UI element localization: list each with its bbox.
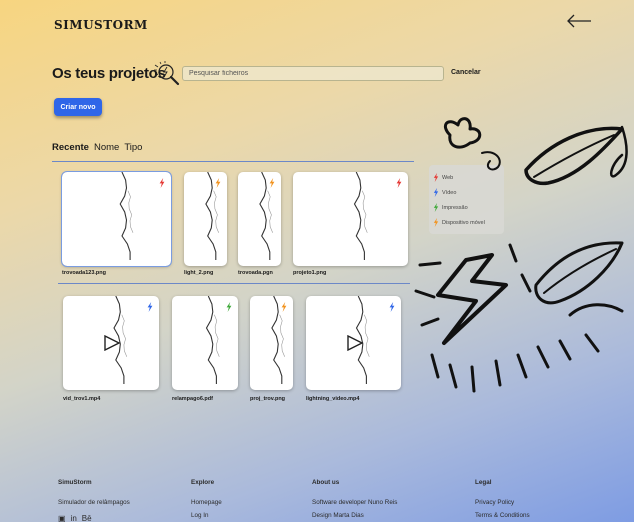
create-new-button[interactable]: Criar novo <box>54 98 102 116</box>
lightning-crack-preview <box>119 172 134 260</box>
project-name: vid_trov1.mp4 <box>63 396 101 402</box>
project-name: relampago6.pdf <box>172 396 213 402</box>
footer-link-login[interactable]: Log In <box>191 512 222 522</box>
tab-recent[interactable]: Recente <box>52 142 89 153</box>
footer-link-homepage[interactable]: Homepage <box>191 499 222 512</box>
type-bolt-icon <box>147 302 153 312</box>
sort-tabs: Recente Nome Tipo <box>52 142 142 153</box>
behance-icon[interactable]: Bē <box>82 514 92 522</box>
footer-title: Explore <box>191 479 215 486</box>
type-bolt-icon <box>159 178 165 188</box>
footer-col-simustorm: SimuStorm Simulador de relâmpagos ▣ in B… <box>58 479 130 522</box>
type-bolt-icon <box>396 178 402 188</box>
type-bolt-icon <box>215 178 221 188</box>
project-name: proj_trov.png <box>250 396 286 402</box>
footer-col-explore: Explore Homepage Log In <box>191 479 222 522</box>
legend-item-video: Vídeo <box>433 185 500 200</box>
project-name: lightning_video.mp4 <box>306 396 360 402</box>
footer-link-terms[interactable]: Terms & Conditions <box>475 512 530 522</box>
play-icon[interactable] <box>103 335 121 351</box>
tab-type[interactable]: Tipo <box>124 142 142 153</box>
footer-link-designer[interactable]: Design Marta Dias <box>312 512 397 522</box>
type-bolt-icon <box>269 178 275 188</box>
bolt-print-icon <box>433 203 439 212</box>
magnifier-lightning-icon <box>154 61 180 86</box>
legend-label: Vídeo <box>442 189 457 196</box>
social-links: ▣ in Bē <box>58 512 130 522</box>
legend-label: Dispositivo móvel <box>442 219 485 226</box>
instagram-icon[interactable]: ▣ <box>58 514 66 522</box>
type-legend: Web Vídeo Impressão Dispositivo móvel <box>429 165 504 234</box>
project-card[interactable] <box>306 296 401 390</box>
bolt-web-icon <box>433 173 439 182</box>
type-bolt-icon <box>281 302 287 312</box>
legend-item-mobile: Dispositivo móvel <box>433 215 500 230</box>
project-name: trovoada.pgn <box>238 270 273 276</box>
site-footer: SimuStorm Simulador de relâmpagos ▣ in B… <box>0 472 634 522</box>
brand-logo: SIMUSTORM <box>54 18 148 32</box>
type-bolt-icon <box>226 302 232 312</box>
cancel-button[interactable]: Cancelar <box>451 69 481 76</box>
footer-title: Legal <box>475 479 492 486</box>
project-card[interactable] <box>172 296 238 390</box>
page-title: Os teus projetos <box>52 65 166 82</box>
footer-col-legal: Legal Privacy Policy Terms & Conditions <box>475 479 530 522</box>
storm-doodle-illustration <box>414 117 628 393</box>
project-name: light_2.png <box>184 270 214 276</box>
footer-title: About us <box>312 479 340 486</box>
project-card[interactable] <box>184 172 227 266</box>
footer-text: Simulador de relâmpagos <box>58 499 130 506</box>
divider-middle <box>58 283 410 284</box>
linkedin-icon[interactable]: in <box>71 514 77 522</box>
project-name: projeto1.png <box>293 270 327 276</box>
project-name: trovoada123.png <box>62 270 107 276</box>
footer-title: SimuStorm <box>58 479 92 486</box>
project-card[interactable] <box>61 171 172 267</box>
footer-col-about: About us Software developer Nuno Reis De… <box>312 479 397 522</box>
search-input[interactable] <box>182 66 444 81</box>
project-card[interactable] <box>250 296 293 390</box>
project-card[interactable] <box>63 296 159 390</box>
legend-item-web: Web <box>433 170 500 185</box>
project-card[interactable] <box>293 172 408 266</box>
project-card[interactable] <box>238 172 281 266</box>
footer-link-developer[interactable]: Software developer Nuno Reis <box>312 499 397 512</box>
type-bolt-icon <box>389 302 395 312</box>
divider-top <box>52 161 414 162</box>
footer-link-privacy[interactable]: Privacy Policy <box>475 499 530 512</box>
legend-item-print: Impressão <box>433 200 500 215</box>
lightning-crack-preview <box>353 172 368 260</box>
tab-name[interactable]: Nome <box>94 142 119 153</box>
legend-label: Impressão <box>442 204 468 211</box>
bolt-mobile-icon <box>433 218 439 227</box>
play-icon[interactable] <box>346 335 364 351</box>
back-arrow-icon[interactable] <box>566 13 592 29</box>
legend-label: Web <box>442 174 454 181</box>
bolt-video-icon <box>433 188 439 197</box>
